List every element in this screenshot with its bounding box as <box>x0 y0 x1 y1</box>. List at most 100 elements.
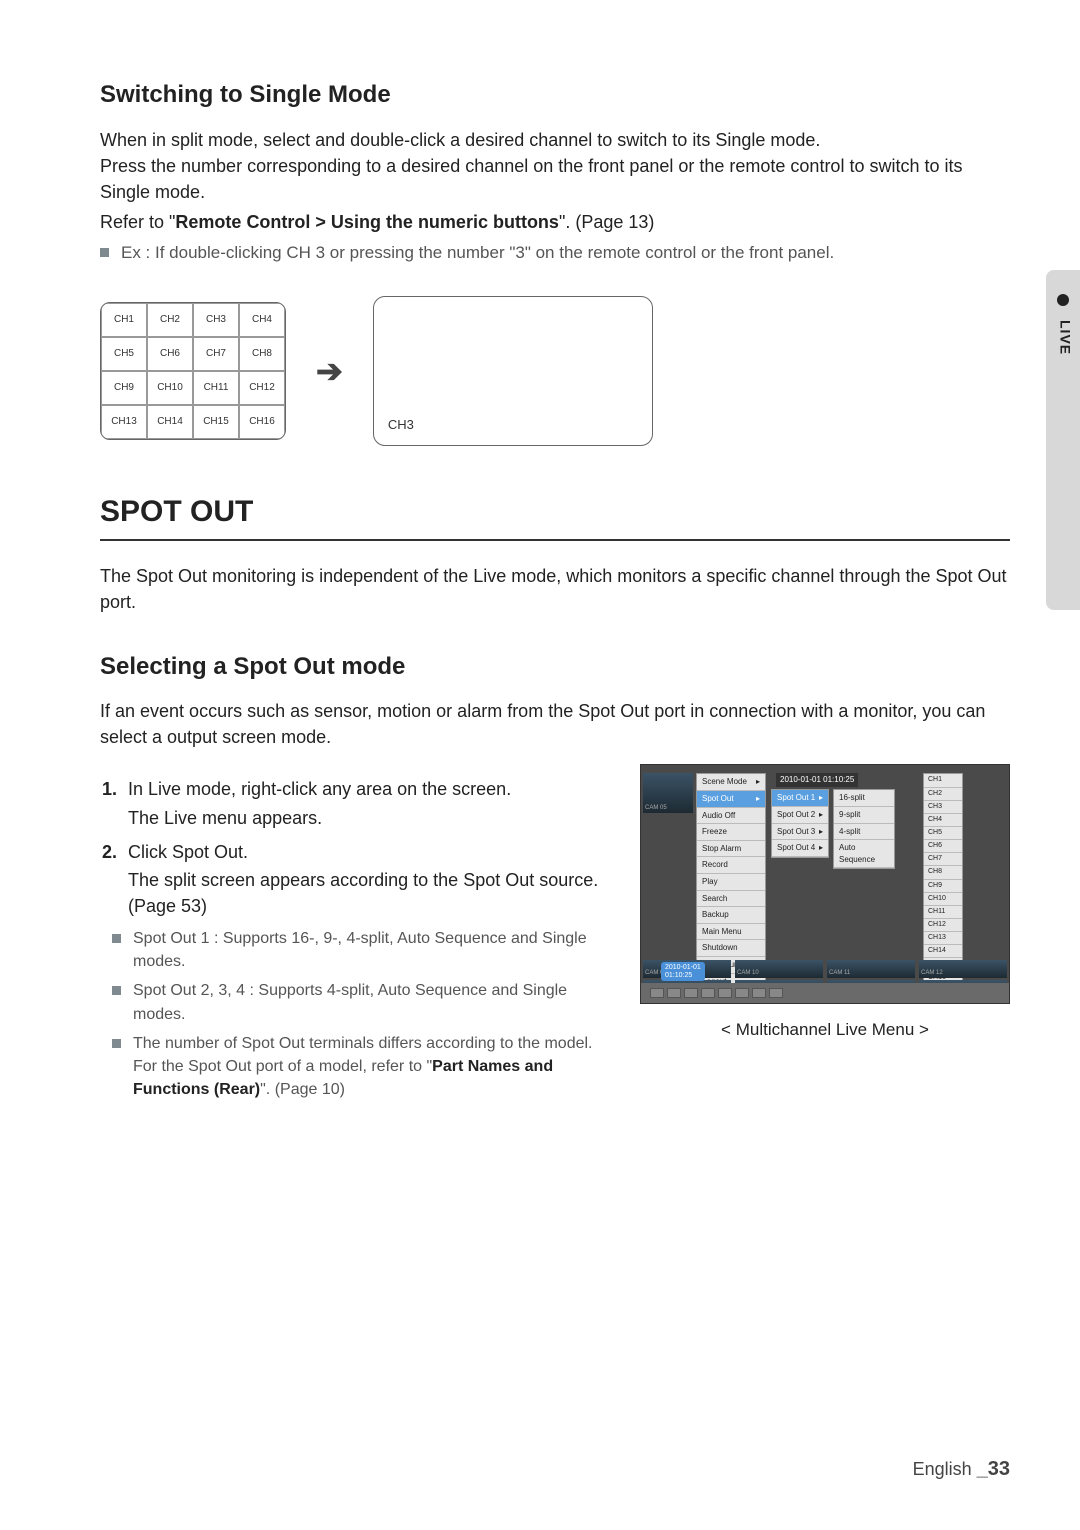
menu-item[interactable]: Main Menu <box>697 924 765 941</box>
menu-item[interactable]: Scene Mode▸ <box>697 774 765 791</box>
grid-cell: CH9 <box>101 371 147 405</box>
menu-item[interactable]: 16-split <box>834 790 894 807</box>
grid-cell: CH2 <box>147 303 193 337</box>
split-submenu[interactable]: 16-split9-split4-splitAuto Sequence <box>833 789 895 869</box>
menu-item[interactable]: Audio Off <box>697 808 765 825</box>
menu-item[interactable]: CH11 <box>924 906 962 919</box>
menu-item[interactable]: 4-split <box>834 824 894 841</box>
chevron-right-icon: ▸ <box>756 793 760 805</box>
layout-button-icon[interactable] <box>752 988 766 998</box>
layout-button-icon[interactable] <box>735 988 749 998</box>
bullet-text: Ex : If double-clicking CH 3 or pressing… <box>121 241 834 266</box>
page-footer: English _33 <box>913 1455 1010 1484</box>
chevron-right-icon: ▸ <box>756 776 760 788</box>
grid-cell: CH16 <box>239 405 285 439</box>
menu-item[interactable]: Backup <box>697 907 765 924</box>
side-tab-label: LIVE <box>1055 320 1075 355</box>
bullet-item: The number of Spot Out terminals differs… <box>112 1032 618 1102</box>
layout-button-icon[interactable] <box>769 988 783 998</box>
menu-item[interactable]: CH13 <box>924 932 962 945</box>
arrow-right-icon: ➔ <box>316 348 343 394</box>
menu-item[interactable]: CH9 <box>924 880 962 893</box>
menu-item[interactable]: CH4 <box>924 814 962 827</box>
footer-language: English <box>913 1459 972 1479</box>
menu-item[interactable]: CH8 <box>924 866 962 879</box>
chevron-right-icon: ▸ <box>819 842 823 854</box>
menu-item[interactable]: Record <box>697 857 765 874</box>
camera-tile: CAM 10 <box>735 960 823 978</box>
single-view-label: CH3 <box>388 416 414 435</box>
grid-cell: CH1 <box>101 303 147 337</box>
nested-bullets: Spot Out 1 : Supports 16-, 9-, 4-split, … <box>112 927 618 1101</box>
bullet-item: Ex : If double-clicking CH 3 or pressing… <box>100 241 1010 266</box>
menu-item[interactable]: CH2 <box>924 788 962 801</box>
chevron-right-icon: ▸ <box>819 826 823 838</box>
menu-item[interactable]: CH7 <box>924 853 962 866</box>
paragraph: If an event occurs such as sensor, motio… <box>100 698 1010 750</box>
channel-submenu[interactable]: CH1CH2CH3CH4CH5CH6CH7CH8CH9CH10CH11CH12C… <box>923 773 963 985</box>
grid-cell: CH4 <box>239 303 285 337</box>
square-bullet-icon <box>112 934 121 943</box>
grid-cell: CH12 <box>239 371 285 405</box>
menu-item[interactable]: Play <box>697 874 765 891</box>
camera-tile: CAM 12 <box>919 960 1007 978</box>
diagram-split-to-single: CH1CH2CH3CH4CH5CH6CH7CH8CH9CH10CH11CH12C… <box>100 296 1010 446</box>
menu-item[interactable]: CH5 <box>924 827 962 840</box>
grid-cell: CH5 <box>101 337 147 371</box>
menu-item[interactable]: CH6 <box>924 840 962 853</box>
chevron-right-icon: ▸ <box>819 809 823 821</box>
side-tab: LIVE <box>1046 270 1080 610</box>
bullet-text: Spot Out 1 : Supports 16-, 9-, 4-split, … <box>133 927 618 973</box>
footer-page-number: _33 <box>977 1458 1010 1480</box>
menu-item[interactable]: Spot Out 1▸ <box>772 790 828 807</box>
menu-item[interactable]: Auto Sequence <box>834 840 894 868</box>
menu-item[interactable]: Spot Out▸ <box>697 791 765 808</box>
bullet-icon <box>1057 294 1069 306</box>
section-heading-single-mode: Switching to Single Mode <box>100 78 1010 113</box>
menu-item[interactable]: CH14 <box>924 945 962 958</box>
bullet-text: Spot Out 2, 3, 4 : Supports 4-split, Aut… <box>133 979 618 1025</box>
menu-item[interactable]: Spot Out 4▸ <box>772 840 828 857</box>
refer-bold: Remote Control > Using the numeric butto… <box>175 212 559 232</box>
grid-cell: CH10 <box>147 371 193 405</box>
square-bullet-icon <box>100 248 109 257</box>
spot-out-submenu[interactable]: Spot Out 1▸Spot Out 2▸Spot Out 3▸Spot Ou… <box>771 789 829 857</box>
subsection-heading-selecting-spot-out: Selecting a Spot Out mode <box>100 650 1010 685</box>
menu-item[interactable]: Spot Out 3▸ <box>772 824 828 841</box>
camera-tile: CAM 11 <box>827 960 915 978</box>
menu-item[interactable]: Search <box>697 891 765 908</box>
ordered-steps: In Live mode, right-click any area on th… <box>122 776 618 918</box>
layout-button-icon[interactable] <box>667 988 681 998</box>
grid-cell: CH14 <box>147 405 193 439</box>
layout-button-icon[interactable] <box>684 988 698 998</box>
refer-prefix: Refer to " <box>100 212 175 232</box>
camera-tile: CAM 05 <box>643 773 693 813</box>
square-bullet-icon <box>112 986 121 995</box>
layout-button-icon[interactable] <box>650 988 664 998</box>
grid-16: CH1CH2CH3CH4CH5CH6CH7CH8CH9CH10CH11CH12C… <box>100 302 286 440</box>
layout-button-icon[interactable] <box>701 988 715 998</box>
step-item: Click Spot Out.The split screen appears … <box>122 839 618 919</box>
menu-item[interactable]: Freeze <box>697 824 765 841</box>
menu-item[interactable]: CH10 <box>924 893 962 906</box>
layout-button-icon[interactable] <box>718 988 732 998</box>
menu-item[interactable]: CH1 <box>924 774 962 787</box>
menu-item[interactable]: Stop Alarm <box>697 841 765 858</box>
single-view: CH3 <box>373 296 653 446</box>
paragraph: Press the number corresponding to a desi… <box>100 153 1010 205</box>
refer-suffix: ". (Page 13) <box>559 212 654 232</box>
menu-item[interactable]: 9-split <box>834 807 894 824</box>
menu-item[interactable]: Spot Out 2▸ <box>772 807 828 824</box>
grid-cell: CH8 <box>239 337 285 371</box>
menu-caption: < Multichannel Live Menu > <box>640 1018 1010 1043</box>
menu-item[interactable]: CH3 <box>924 801 962 814</box>
section-heading-spot-out: SPOT OUT <box>100 490 1010 542</box>
launcher-bar[interactable] <box>641 983 1009 1003</box>
grid-cell: CH3 <box>193 303 239 337</box>
menu-item[interactable]: CH12 <box>924 919 962 932</box>
context-menu[interactable]: Scene Mode▸Spot Out▸Audio OffFreezeStop … <box>696 773 766 991</box>
bullet-item: Spot Out 1 : Supports 16-, 9-, 4-split, … <box>112 927 618 973</box>
multichannel-live-menu-screenshot: 2010-01-01 01:10:25 Scene Mode▸Spot Out▸… <box>640 764 1010 1004</box>
grid-cell: CH13 <box>101 405 147 439</box>
menu-item[interactable]: Shutdown <box>697 940 765 957</box>
